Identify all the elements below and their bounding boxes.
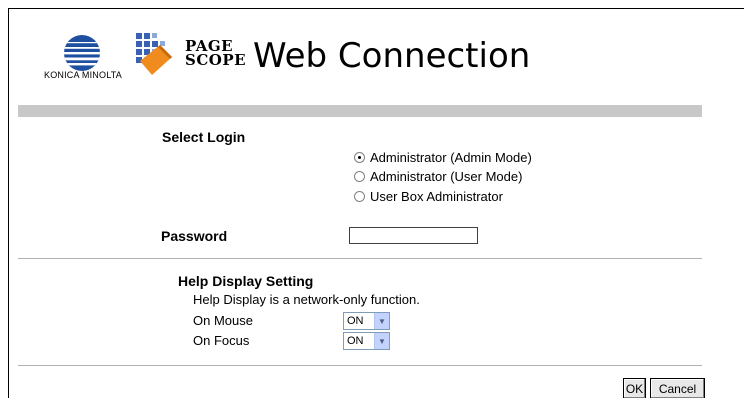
globe-icon: [64, 35, 100, 71]
section-divider: [18, 365, 702, 366]
login-option-user-mode[interactable]: Administrator (User Mode): [354, 168, 522, 184]
ok-button[interactable]: OK: [623, 378, 646, 398]
login-option-label: Administrator (Admin Mode): [370, 149, 532, 165]
chevron-down-icon[interactable]: ▼: [374, 313, 389, 329]
login-option-admin-mode[interactable]: Administrator (Admin Mode): [354, 149, 532, 165]
on-mouse-select-value: ON: [347, 315, 364, 327]
radio-button[interactable]: [354, 190, 365, 202]
help-display-setting-label: Help Display Setting: [178, 273, 314, 289]
on-focus-label: On Focus: [193, 333, 250, 348]
frame-top-border: [8, 8, 744, 9]
chevron-down-icon[interactable]: ▼: [374, 333, 389, 349]
select-login-label: Select Login: [162, 129, 246, 145]
page-title: Web Connection: [253, 36, 531, 76]
password-label: Password: [161, 228, 228, 244]
header-separator-bar: [18, 105, 702, 117]
cancel-button[interactable]: Cancel: [650, 378, 705, 398]
pagescope-wordmark: PAGE SCOPE: [185, 39, 247, 69]
on-mouse-label: On Mouse: [193, 313, 253, 328]
radio-button-checked[interactable]: [354, 151, 365, 163]
pagescope-logo-icon: [136, 33, 172, 75]
login-page: KONICA MINOLTA PAGE SCOPE Web Connection…: [0, 0, 744, 398]
frame-left-border: [8, 8, 9, 398]
login-option-label: User Box Administrator: [370, 188, 503, 204]
brand-text: KONICA MINOLTA: [44, 70, 122, 80]
pagescope-line-2: SCOPE: [185, 51, 247, 69]
on-focus-select[interactable]: ON ▼: [343, 332, 390, 350]
password-field[interactable]: [349, 227, 478, 244]
on-focus-select-value: ON: [347, 335, 364, 347]
konica-minolta-logo: KONICA MINOLTA: [38, 33, 128, 83]
login-option-label: Administrator (User Mode): [370, 168, 523, 184]
help-display-note: Help Display is a network-only function.: [193, 292, 420, 307]
on-mouse-select[interactable]: ON ▼: [343, 312, 390, 330]
section-divider: [18, 258, 702, 259]
login-option-user-box-admin[interactable]: User Box Administrator: [354, 188, 503, 204]
radio-button[interactable]: [354, 170, 365, 182]
